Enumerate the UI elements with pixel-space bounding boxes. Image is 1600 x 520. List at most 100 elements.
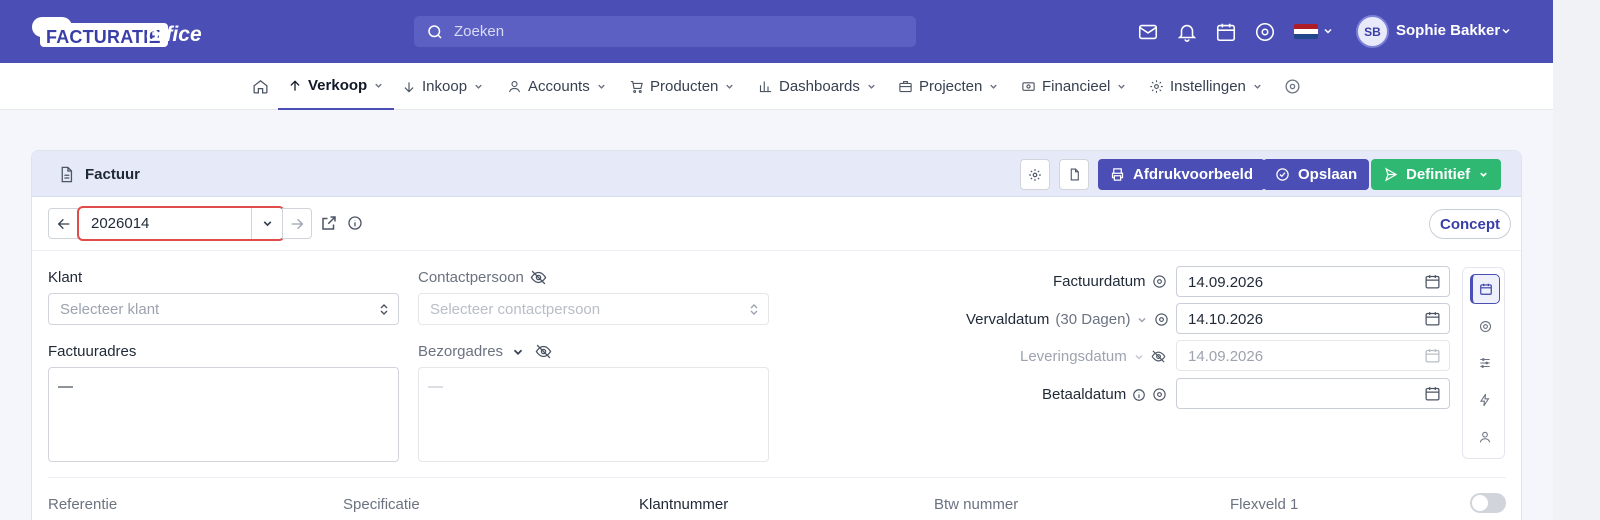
settings-button[interactable]	[1020, 159, 1050, 190]
eye-icon[interactable]	[1152, 387, 1167, 402]
eye-off-icon[interactable]	[535, 343, 552, 360]
factuuradres-label: Factuuradres	[48, 343, 137, 360]
bar-chart-icon	[759, 81, 772, 93]
klant-placeholder: Selecteer klant	[60, 301, 160, 318]
main-nav: Verkoop Inkoop Accounts Producten Dashbo…	[0, 63, 1553, 110]
settings-tool[interactable]	[1470, 311, 1500, 341]
info-icon[interactable]	[1132, 388, 1146, 402]
card-header: Factuur Afdrukvoorbeeld Opslaan Definiti…	[32, 151, 1521, 197]
nav-projecten[interactable]: Projecten	[898, 63, 999, 110]
lightning-icon	[1479, 393, 1490, 407]
user-name[interactable]: Sophie Bakker	[1396, 22, 1500, 39]
eye-off-icon[interactable]	[1151, 349, 1166, 364]
next-button[interactable]	[282, 208, 312, 239]
eye-icon[interactable]	[1154, 312, 1169, 327]
invoice-number: 2026014	[91, 215, 150, 232]
nav-label: Financieel	[1042, 78, 1111, 95]
previous-button[interactable]	[48, 208, 79, 239]
vervaldatum-days: (30 Dagen)	[1055, 311, 1131, 328]
logo[interactable]: FACTURATIE office	[30, 13, 202, 51]
file-icon	[1070, 168, 1079, 181]
calendar-icon[interactable]	[1215, 21, 1237, 43]
save-button[interactable]: Opslaan	[1263, 159, 1370, 190]
status-badge[interactable]: Concept	[1429, 209, 1511, 239]
avatar[interactable]: SB	[1356, 15, 1389, 48]
bell-icon[interactable]	[1176, 21, 1198, 43]
nav-financieel[interactable]: Financieel	[1021, 63, 1127, 110]
nav-instellingen[interactable]: Instellingen	[1149, 63, 1263, 110]
search-box[interactable]	[414, 16, 916, 47]
chevron-down-icon	[726, 84, 734, 89]
search-input[interactable]	[454, 16, 894, 47]
flexveld-toggle[interactable]	[1470, 493, 1506, 513]
betaaldatum-field[interactable]	[1176, 378, 1450, 409]
vervaldatum-field[interactable]: 14.10.2026	[1176, 303, 1450, 334]
sliders-icon	[1480, 358, 1490, 368]
factuuradres-value: —	[58, 378, 73, 395]
chevron-down-icon	[1480, 172, 1488, 178]
chevron-down-icon	[475, 84, 482, 89]
chevron-down-icon	[990, 84, 998, 89]
chevron-down-icon[interactable]	[1500, 25, 1512, 37]
calendar-icon[interactable]	[1424, 385, 1441, 402]
home-icon[interactable]	[252, 63, 269, 110]
chevron-down-icon	[1254, 84, 1261, 89]
eye-icon[interactable]	[1152, 274, 1167, 289]
arrow-down-icon	[404, 81, 414, 92]
factuurdatum-label: Factuurdatum	[1053, 273, 1146, 290]
flag-nl-icon[interactable]	[1294, 24, 1318, 39]
chevron-down-icon[interactable]	[1136, 314, 1148, 326]
invoice-number-select[interactable]: 2026014	[77, 206, 285, 241]
save-label: Opslaan	[1298, 166, 1358, 183]
factuuradres-field[interactable]: —	[48, 367, 399, 462]
print-preview-button[interactable]: Afdrukvoorbeeld	[1098, 159, 1266, 190]
calendar-icon[interactable]	[1424, 310, 1441, 327]
bezorgadres-label-row: Bezorgadres	[418, 343, 552, 360]
user-tool[interactable]	[1470, 422, 1500, 452]
nav-label: Accounts	[528, 78, 590, 95]
scrollbar-track[interactable]	[1553, 0, 1600, 520]
cart-icon	[630, 80, 643, 93]
chevron-down-icon[interactable]	[251, 208, 283, 239]
klant-select[interactable]: Selecteer klant	[48, 293, 399, 325]
nav-dashboards[interactable]: Dashboards	[758, 63, 877, 110]
leveringsdatum-value: 14.09.2026	[1188, 348, 1264, 365]
external-link-icon[interactable]	[320, 214, 338, 232]
contactpersoon-label: Contactpersoon	[418, 269, 524, 286]
gear-icon	[1029, 168, 1041, 181]
user-icon	[508, 80, 521, 93]
logo-text: FACTURATIE	[46, 27, 161, 47]
card-title: Factuur	[85, 166, 141, 183]
chevron-down-icon[interactable]	[511, 345, 525, 359]
eye-icon[interactable]	[1284, 63, 1301, 110]
leveringsdatum-field[interactable]: 14.09.2026	[1176, 340, 1450, 371]
definitief-label: Definitief	[1406, 166, 1471, 183]
chevron-down-icon[interactable]	[1133, 351, 1145, 363]
mail-icon[interactable]	[1137, 21, 1159, 43]
calendar-icon[interactable]	[1424, 347, 1441, 364]
eye-off-icon[interactable]	[530, 269, 547, 286]
bezorgadres-field[interactable]: —	[418, 367, 769, 462]
nav-producten[interactable]: Producten	[629, 63, 735, 110]
contactpersoon-select[interactable]: Selecteer contactpersoon	[418, 293, 769, 325]
definitief-button[interactable]: Definitief	[1371, 159, 1502, 190]
factuurdatum-field[interactable]: 14.09.2026	[1176, 266, 1450, 297]
arrow-up-icon	[290, 79, 300, 91]
calendar-icon[interactable]	[1424, 273, 1441, 290]
info-icon[interactable]	[347, 215, 363, 231]
contactpersoon-label-row: Contactpersoon	[418, 269, 547, 286]
nav-accounts[interactable]: Accounts	[507, 63, 607, 110]
nav-verkoop[interactable]: Verkoop	[278, 63, 395, 110]
send-icon	[1385, 167, 1398, 182]
sliders-tool[interactable]	[1470, 348, 1500, 378]
printer-icon	[1111, 168, 1124, 181]
lightning-tool[interactable]	[1470, 385, 1500, 415]
vervaldatum-label-row: Vervaldatum (30 Dagen)	[966, 311, 1169, 328]
calendar-tool[interactable]	[1470, 274, 1500, 304]
eye-icon[interactable]	[1254, 21, 1276, 43]
nav-inkoop[interactable]: Inkoop	[402, 63, 484, 110]
klantnummer-label: Klantnummer	[639, 496, 729, 513]
sort-icon	[750, 304, 758, 315]
chevron-down-icon[interactable]	[1322, 25, 1334, 37]
pdf-button[interactable]	[1059, 159, 1089, 190]
